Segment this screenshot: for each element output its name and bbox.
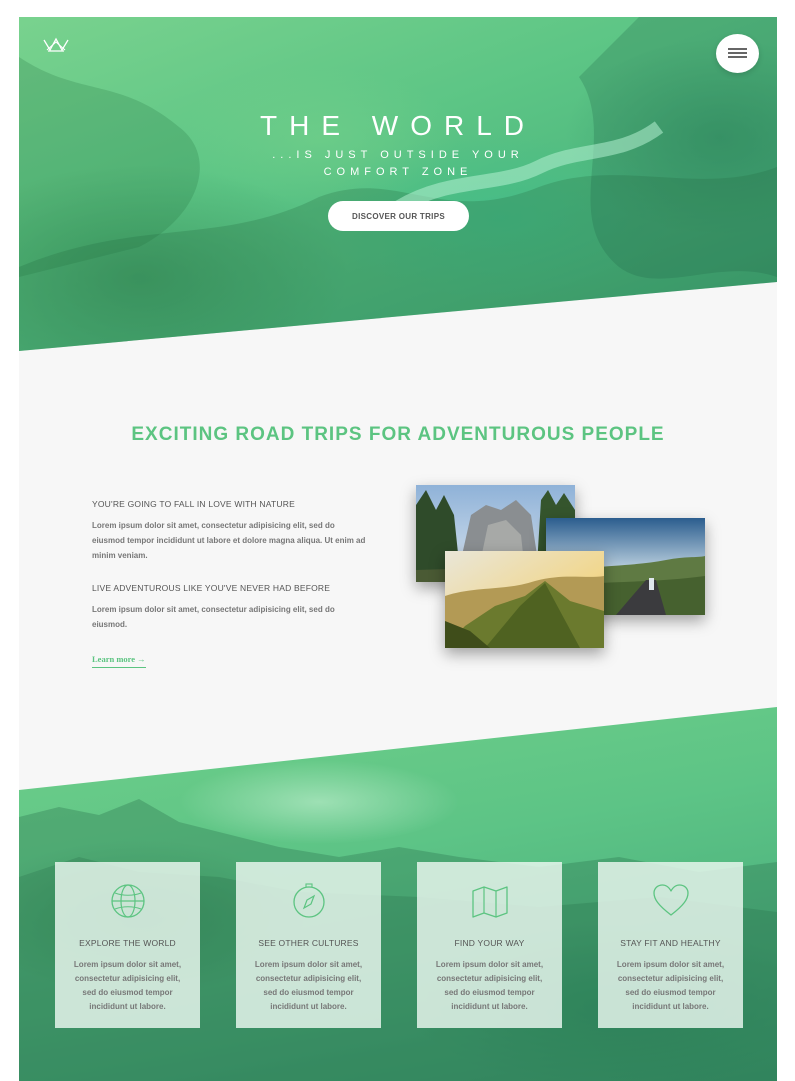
compass-icon <box>292 883 325 918</box>
discover-trips-button[interactable]: DISCOVER OUR TRIPS <box>328 201 469 231</box>
learn-more-link[interactable]: Learn more → <box>92 654 146 668</box>
feature-card-cultures: SEE OTHER CULTURES Lorem ipsum dolor sit… <box>236 862 381 1028</box>
feature-card-fitness: STAY FIT AND HEALTHY Lorem ipsum dolor s… <box>598 862 743 1028</box>
feature-card-find-way: FIND YOUR WAY Lorem ipsum dolor sit amet… <box>417 862 562 1028</box>
heart-icon <box>652 884 689 916</box>
feature-title: LIVE ADVENTUROUS LIKE YOU'VE NEVER HAD B… <box>92 583 331 593</box>
hamburger-icon <box>728 48 747 50</box>
photo-mountain-sunset <box>445 551 604 648</box>
hero-title: THE WORLD <box>260 110 536 141</box>
crown-icon[interactable] <box>43 37 69 53</box>
hero-section: THE WORLD ...IS JUST OUTSIDE YOUR COMFOR… <box>19 17 777 351</box>
map-icon <box>471 886 508 918</box>
card-text: Lorem ipsum dolor sit amet, consectetur … <box>616 960 725 1011</box>
card-text: Lorem ipsum dolor sit amet, consectetur … <box>435 960 544 1011</box>
card-title: SEE OTHER CULTURES <box>258 938 359 948</box>
globe-icon <box>110 884 145 918</box>
card-title: FIND YOUR WAY <box>454 938 525 948</box>
card-text: Lorem ipsum dolor sit amet, consectetur … <box>73 960 182 1011</box>
hero-landscape-image <box>19 17 777 351</box>
menu-button[interactable] <box>716 34 759 73</box>
feature-text: Lorem ipsum dolor sit amet, consectetur … <box>92 521 366 560</box>
feature-block: LIVE ADVENTUROUS LIKE YOU'VE NEVER HAD B… <box>92 583 367 632</box>
card-title: STAY FIT AND HEALTHY <box>620 938 721 948</box>
feature-text: Lorem ipsum dolor sit amet, consectetur … <box>92 605 335 629</box>
feature-block: YOU'RE GOING TO FALL IN LOVE WITH NATURE… <box>92 499 367 563</box>
hero-subtitle: ...IS JUST OUTSIDE YOUR COMFORT ZONE <box>272 149 524 178</box>
section-heading: EXCITING ROAD TRIPS FOR ADVENTUROUS PEOP… <box>131 424 665 445</box>
feature-title: YOU'RE GOING TO FALL IN LOVE WITH NATURE <box>92 499 295 509</box>
card-title: EXPLORE THE WORLD <box>79 938 176 948</box>
landing-page: THE WORLD ...IS JUST OUTSIDE YOUR COMFOR… <box>19 17 777 1081</box>
card-text: Lorem ipsum dolor sit amet, consectetur … <box>254 960 363 1011</box>
feature-card-explore: EXPLORE THE WORLD Lorem ipsum dolor sit … <box>55 862 200 1028</box>
